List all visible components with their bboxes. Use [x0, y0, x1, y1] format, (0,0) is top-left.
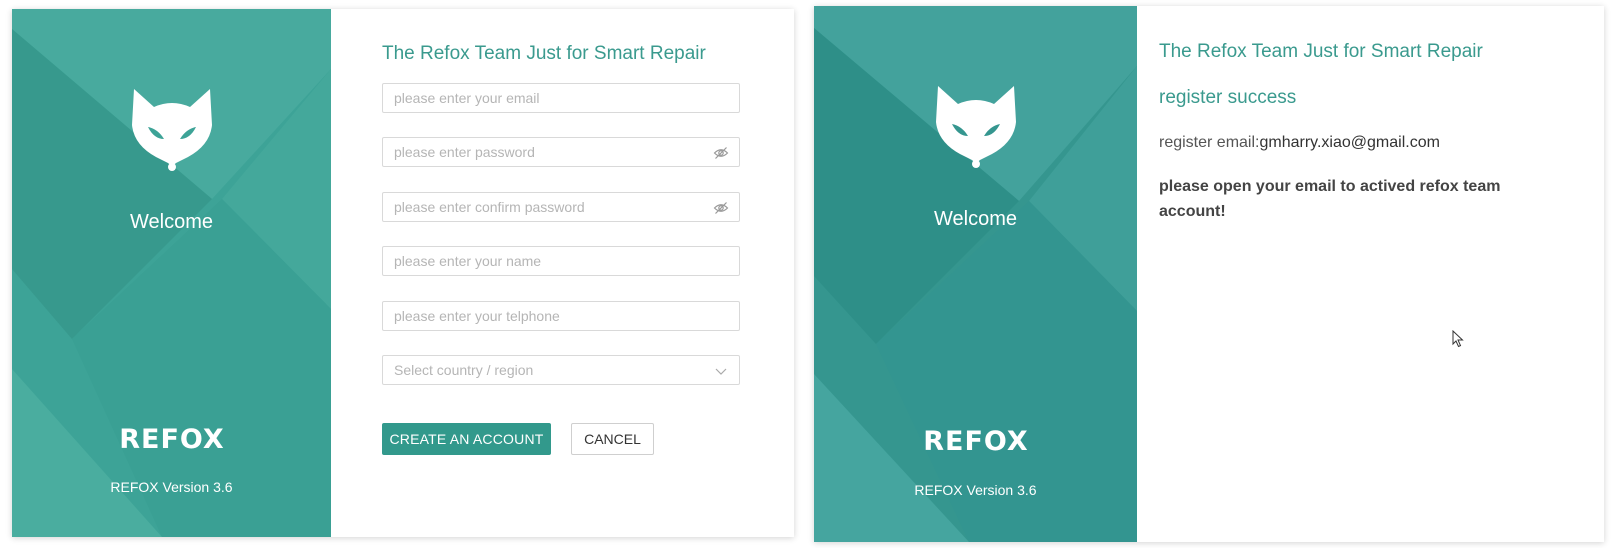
- registered-email-line: register email:gmharry.xiao@gmail.com: [1159, 134, 1440, 152]
- welcome-text: Welcome: [934, 208, 1017, 230]
- telephone-input[interactable]: [383, 302, 705, 330]
- country-select-placeholder: Select country / region: [394, 362, 534, 378]
- success-title: The Refox Team Just for Smart Repair: [1159, 41, 1483, 62]
- confirm-password-field-wrapper: [382, 192, 740, 222]
- mouse-cursor-icon: [1452, 330, 1464, 348]
- registered-email-value: gmharry.xiao@gmail.com: [1259, 134, 1440, 151]
- form-title: The Refox Team Just for Smart Repair: [382, 43, 706, 64]
- svg-text:REFOX: REFOX: [924, 427, 1028, 455]
- password-field-wrapper: [382, 137, 740, 167]
- telephone-field-wrapper: [382, 301, 740, 331]
- eye-slash-icon[interactable]: [713, 200, 729, 216]
- confirm-password-input[interactable]: [383, 193, 705, 221]
- name-input[interactable]: [383, 247, 705, 275]
- version-text: REFOX Version 3.6: [110, 479, 233, 495]
- password-input[interactable]: [383, 138, 705, 166]
- chevron-down-icon: [715, 368, 727, 375]
- eye-slash-icon[interactable]: [713, 145, 729, 161]
- brand-panel: Welcome REFOX REFOX Version 3.6: [12, 9, 331, 537]
- success-content: The Refox Team Just for Smart Repair reg…: [1159, 6, 1584, 542]
- fox-head-icon: [935, 86, 1016, 168]
- email-field-wrapper: [382, 83, 740, 113]
- register-form: The Refox Team Just for Smart Repair ple…: [382, 9, 794, 537]
- registered-email-label: register email:: [1159, 134, 1260, 151]
- refox-wordmark-logo: REFOX: [924, 427, 1028, 455]
- country-select[interactable]: Select country / region: [382, 355, 740, 385]
- activation-notice: please open your email to actived refox …: [1159, 178, 1501, 220]
- cancel-button[interactable]: CANCEL: [571, 423, 654, 455]
- name-field-wrapper: [382, 246, 740, 276]
- success-heading: register success: [1159, 87, 1297, 108]
- brand-panel: Welcome REFOX REFOX Version 3.6: [814, 6, 1137, 542]
- fox-head-icon: [131, 89, 212, 171]
- refox-wordmark-logo: REFOX: [120, 425, 224, 453]
- create-account-button[interactable]: CREATE AN ACCOUNT: [382, 423, 551, 455]
- email-input[interactable]: [383, 84, 705, 112]
- welcome-text: Welcome: [130, 211, 213, 233]
- register-window: Welcome REFOX REFOX Version 3.6 The Refo…: [12, 9, 794, 537]
- register-success-window: Welcome REFOX REFOX Version 3.6 The Refo…: [814, 6, 1604, 542]
- version-text: REFOX Version 3.6: [914, 482, 1037, 498]
- svg-text:REFOX: REFOX: [120, 425, 224, 453]
